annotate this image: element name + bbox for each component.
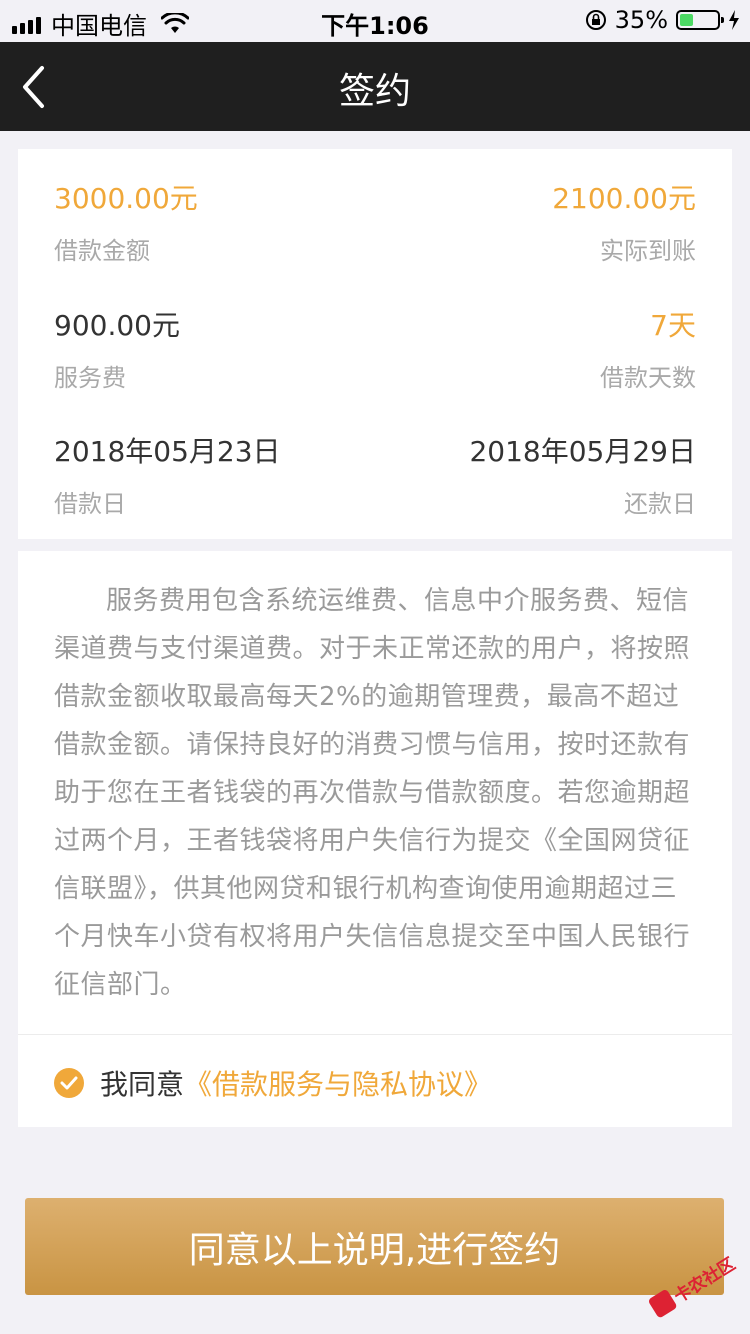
- service-fee-value: 900.00元: [54, 309, 180, 342]
- divider: [18, 1034, 732, 1035]
- loan-amount-value: 3000.00元: [54, 182, 198, 215]
- received-amount-cell: 2100.00元 实际到账: [552, 177, 696, 266]
- loan-days-cell: 7天 借款天数: [600, 304, 696, 393]
- received-amount-value: 2100.00元: [552, 182, 696, 215]
- charging-bolt-icon: [729, 10, 739, 30]
- loan-days-value: 7天: [650, 309, 696, 342]
- loan-days-label: 借款天数: [600, 364, 696, 392]
- terms-card: 服务费用包含系统运维费、信息中介服务费、短信渠道费与支付渠道费。对于未正常还款的…: [18, 551, 732, 1127]
- loan-amount-cell: 3000.00元 借款金额: [54, 177, 198, 266]
- repay-date-cell: 2018年05月29日 还款日: [469, 430, 696, 519]
- loan-date-cell: 2018年05月23日 借款日: [54, 430, 281, 519]
- agreement-link[interactable]: 《借款服务与隐私协议》: [184, 1063, 492, 1103]
- repay-date-label: 还款日: [624, 490, 696, 518]
- terms-paragraph: 服务费用包含系统运维费、信息中介服务费、短信渠道费与支付渠道费。对于未正常还款的…: [54, 586, 691, 1000]
- battery-icon: [676, 10, 724, 30]
- loan-date-label: 借款日: [54, 490, 126, 518]
- loan-summary-card: 3000.00元 借款金额 2100.00元 实际到账 900.00元 服务费 …: [18, 149, 732, 539]
- rotation-lock-icon: [585, 10, 606, 30]
- status-bar: 中国电信 下午1:06 35%: [0, 0, 750, 42]
- service-fee-label: 服务费: [54, 364, 126, 392]
- page-title: 签约: [338, 71, 411, 112]
- nav-bar: 签约: [0, 42, 750, 131]
- checkmark-icon[interactable]: [54, 1068, 84, 1098]
- loan-date-value: 2018年05月23日: [54, 435, 281, 468]
- agreement-prefix: 我同意: [100, 1068, 185, 1101]
- received-amount-label: 实际到账: [600, 237, 696, 265]
- battery-percent: 35%: [614, 6, 668, 34]
- agreement-row[interactable]: 我同意 《借款服务与隐私协议》: [54, 1063, 492, 1103]
- service-fee-cell: 900.00元 服务费: [54, 304, 180, 393]
- repay-date-value: 2018年05月29日: [469, 435, 696, 468]
- loan-amount-label: 借款金额: [54, 237, 150, 265]
- sign-button[interactable]: 同意以上说明,进行签约: [25, 1198, 724, 1295]
